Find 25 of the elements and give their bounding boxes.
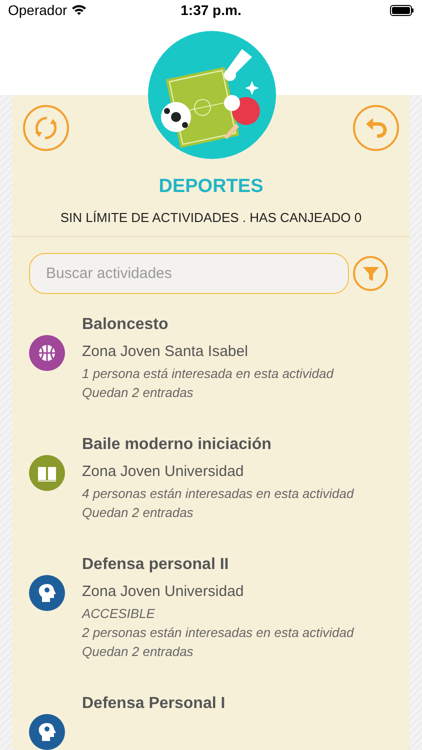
activity-detail: Quedan 2 entradas — [82, 385, 194, 400]
activity-detail: 1 persona está interesada en esta actividad — [82, 366, 335, 381]
activity-location: Zona Joven Universidad — [82, 583, 245, 600]
status-time: 1:37 p.m. — [180, 2, 242, 18]
filter-icon — [362, 264, 380, 282]
wifi-icon — [71, 4, 88, 16]
activity-title[interactable]: Defensa Personal I — [82, 695, 410, 713]
activity-location: Zona Joven Universidad — [82, 463, 245, 480]
activity-detail: 4 personas están interesadas en esta actividad — [82, 486, 355, 501]
activity-title[interactable]: Baloncesto — [82, 316, 410, 334]
activity-detail: Quedan 2 entradas — [82, 505, 194, 520]
activity-detail: ACCESIBLE — [82, 606, 156, 621]
activity-title[interactable]: Baile moderno iniciación — [82, 436, 410, 454]
category-title: DEPORTES — [158, 176, 264, 198]
battery-icon — [390, 4, 414, 16]
activity-detail: 2 personas están interesadas en esta actividad — [82, 625, 355, 640]
activity-detail: Quedan 2 entradas — [82, 644, 194, 659]
search-field[interactable]: Buscar actividades — [29, 253, 349, 294]
filter-button[interactable] — [353, 256, 388, 291]
activity-title[interactable]: Defensa personal II — [82, 556, 410, 574]
refresh-button[interactable] — [23, 105, 69, 151]
back-button[interactable] — [353, 105, 399, 151]
carrier-name: Operador — [8, 2, 68, 18]
activity-location: Zona Joven Santa Isabel — [82, 343, 249, 360]
activity-limit-text: SIN LÍMITE DE ACTIVIDADES . HAS CANJEADO 0 — [12, 210, 410, 237]
